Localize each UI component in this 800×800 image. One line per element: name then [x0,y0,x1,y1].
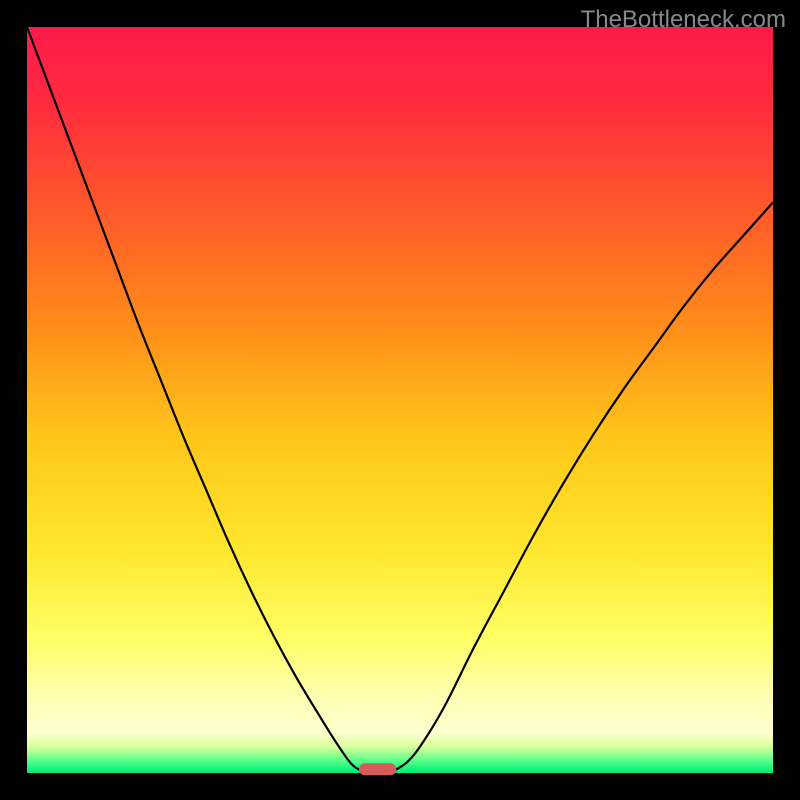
plot-background [27,27,773,773]
chart-container: TheBottleneck.com [0,0,800,800]
optimal-marker [359,763,396,775]
watermark: TheBottleneck.com [581,6,786,34]
bottleneck-chart [0,0,800,800]
